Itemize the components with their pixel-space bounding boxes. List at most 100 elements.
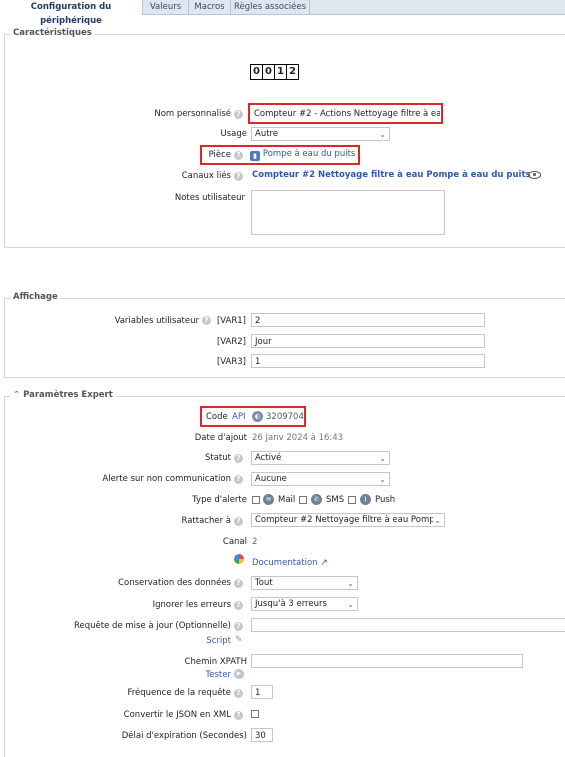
xpath-label: Chemin XPATH — [184, 657, 247, 667]
chevron-down-icon: ⌄ — [347, 579, 354, 588]
var1-input[interactable]: 2 — [251, 313, 485, 327]
documentation-icon — [234, 554, 244, 564]
help-icon[interactable]: ? — [234, 711, 243, 720]
json-label: Convertir le JSON en XML — [123, 710, 231, 720]
tab-valeurs[interactable]: Valeurs — [143, 0, 189, 14]
rattacher-value: Compteur #2 Nettoyage filtre à eau Pompe — [255, 515, 433, 525]
notes-label: Notes utilisateur — [174, 193, 245, 203]
help-icon[interactable]: ? — [234, 151, 243, 160]
usage-label: Usage — [220, 129, 247, 139]
usage-select[interactable]: Autre ⌄ — [251, 127, 390, 141]
piece-label: Pièce — [208, 150, 231, 160]
requete-label: Requête de mise à jour (Optionnelle) — [74, 621, 231, 631]
frequence-label: Fréquence de la requête — [127, 688, 231, 698]
sms-checkbox[interactable] — [299, 496, 307, 504]
display-legend: Affichage — [10, 292, 61, 302]
type-alerte-label: Type d'alerte — [192, 495, 247, 505]
usage-value: Autre — [255, 129, 279, 139]
help-icon[interactable]: ? — [234, 172, 243, 181]
ignorer-select[interactable]: Jusqu'à 3 erreurs ⌄ — [251, 597, 358, 611]
help-icon[interactable]: ? — [234, 454, 243, 463]
frequence-input[interactable]: 1 — [251, 685, 273, 699]
notes-textarea[interactable] — [251, 190, 445, 235]
code-label: Code — [206, 412, 228, 422]
help-icon[interactable]: ? — [234, 622, 243, 631]
help-icon[interactable]: ? — [234, 689, 243, 698]
help-icon[interactable]: ? — [234, 601, 243, 610]
eye-icon[interactable] — [528, 171, 541, 179]
api-icon: ◐ — [252, 411, 263, 422]
push-icon: ⟩ — [360, 494, 371, 505]
help-icon[interactable]: ? — [234, 517, 243, 526]
delai-label: Délai d'expiration (Secondes) — [121, 731, 247, 741]
code-value: 3209704 — [266, 412, 304, 422]
rattacher-label: Rattacher à — [181, 516, 232, 526]
requete-input[interactable] — [251, 618, 565, 632]
name-input[interactable]: Compteur #2 - Actions Nettoyage filtre à… — [251, 107, 440, 121]
mail-checkbox[interactable] — [252, 496, 260, 504]
tab-macros[interactable]: Macros — [189, 0, 231, 14]
statut-value: Activé — [255, 453, 282, 463]
pencil-icon[interactable]: ✎ — [235, 635, 243, 645]
documentation-link[interactable]: Documentation ↗ — [252, 558, 328, 568]
alerte-select[interactable]: Aucune ⌄ — [251, 472, 390, 486]
characteristics-legend: Caractéristiques — [10, 28, 95, 38]
counter-display: 0 0 1 2 — [250, 64, 300, 80]
conservation-value: Tout — [255, 578, 273, 588]
tab-bar: Configuration du périphérique Valeurs Ma… — [0, 0, 565, 26]
chevron-down-icon: ⌄ — [379, 130, 386, 139]
conservation-label: Conservation des données — [118, 578, 231, 588]
canal-value: 2 — [252, 537, 258, 547]
help-icon[interactable]: ? — [234, 579, 243, 588]
chevron-down-icon: ⌄ — [379, 475, 386, 484]
mail-label: Mail — [278, 495, 296, 505]
tester-link[interactable]: Tester — [206, 670, 231, 680]
push-checkbox[interactable] — [348, 496, 356, 504]
date-label: Date d'ajout — [194, 433, 247, 443]
ignorer-value: Jusqu'à 3 erreurs — [255, 599, 327, 609]
script-link[interactable]: Script — [206, 636, 231, 646]
sms-icon: ✆ — [311, 494, 322, 505]
counter-digit: 2 — [286, 64, 299, 80]
xpath-input[interactable] — [251, 654, 523, 668]
help-icon[interactable]: ? — [202, 316, 211, 325]
mail-icon: ✉ — [263, 494, 274, 505]
piece-link[interactable]: ▮ Pompe à eau du puits — [250, 149, 355, 161]
api-link[interactable]: API — [232, 412, 245, 422]
sms-label: SMS — [326, 495, 345, 505]
json-checkbox[interactable] — [251, 710, 259, 718]
tab-regles[interactable]: Règles associées — [231, 0, 310, 14]
expert-legend[interactable]: ⌃ Paramètres Expert — [10, 390, 116, 400]
expert-legend-text: Paramètres Expert — [23, 390, 113, 400]
chevron-down-icon: ⌄ — [379, 454, 386, 463]
name-label: Nom personnalisé — [154, 109, 231, 119]
var1-label: [VAR1] — [216, 316, 246, 326]
room-icon: ▮ — [250, 151, 260, 161]
chevron-down-icon: ⌄ — [347, 600, 354, 609]
help-icon[interactable]: ? — [234, 475, 243, 484]
canaux-link[interactable]: Compteur #2 Nettoyage filtre à eau Pompe… — [252, 170, 531, 180]
help-icon[interactable]: ? — [234, 110, 243, 119]
push-label: Push — [375, 495, 396, 505]
conservation-select[interactable]: Tout ⌄ — [251, 576, 358, 590]
chevron-down-icon: ⌄ — [434, 516, 441, 525]
canal-label: Canal — [222, 537, 247, 547]
documentation-text: Documentation — [252, 558, 318, 568]
canaux-label: Canaux liés — [181, 171, 231, 181]
ignorer-label: Ignorer les erreurs — [152, 600, 231, 610]
var2-label: [VAR2] — [216, 337, 246, 347]
var3-input[interactable]: 1 — [251, 354, 485, 368]
tab-configuration[interactable]: Configuration du périphérique — [0, 0, 143, 26]
var2-input[interactable]: Jour — [251, 334, 485, 348]
alerte-value: Aucune — [255, 474, 287, 484]
delai-input[interactable]: 30 — [251, 728, 273, 742]
piece-value: Pompe à eau du puits — [262, 149, 356, 159]
statut-label: Statut — [205, 453, 231, 463]
play-icon[interactable]: ▶ — [234, 669, 244, 679]
date-value: 26 Janv 2024 à 16:43 — [252, 433, 344, 443]
vars-label: Variables utilisateur — [114, 316, 199, 326]
statut-select[interactable]: Activé ⌄ — [251, 451, 390, 465]
collapse-icon: ⌃ — [13, 390, 21, 400]
external-link-icon: ↗ — [320, 558, 328, 568]
rattacher-select[interactable]: Compteur #2 Nettoyage filtre à eau Pompe… — [251, 513, 445, 527]
